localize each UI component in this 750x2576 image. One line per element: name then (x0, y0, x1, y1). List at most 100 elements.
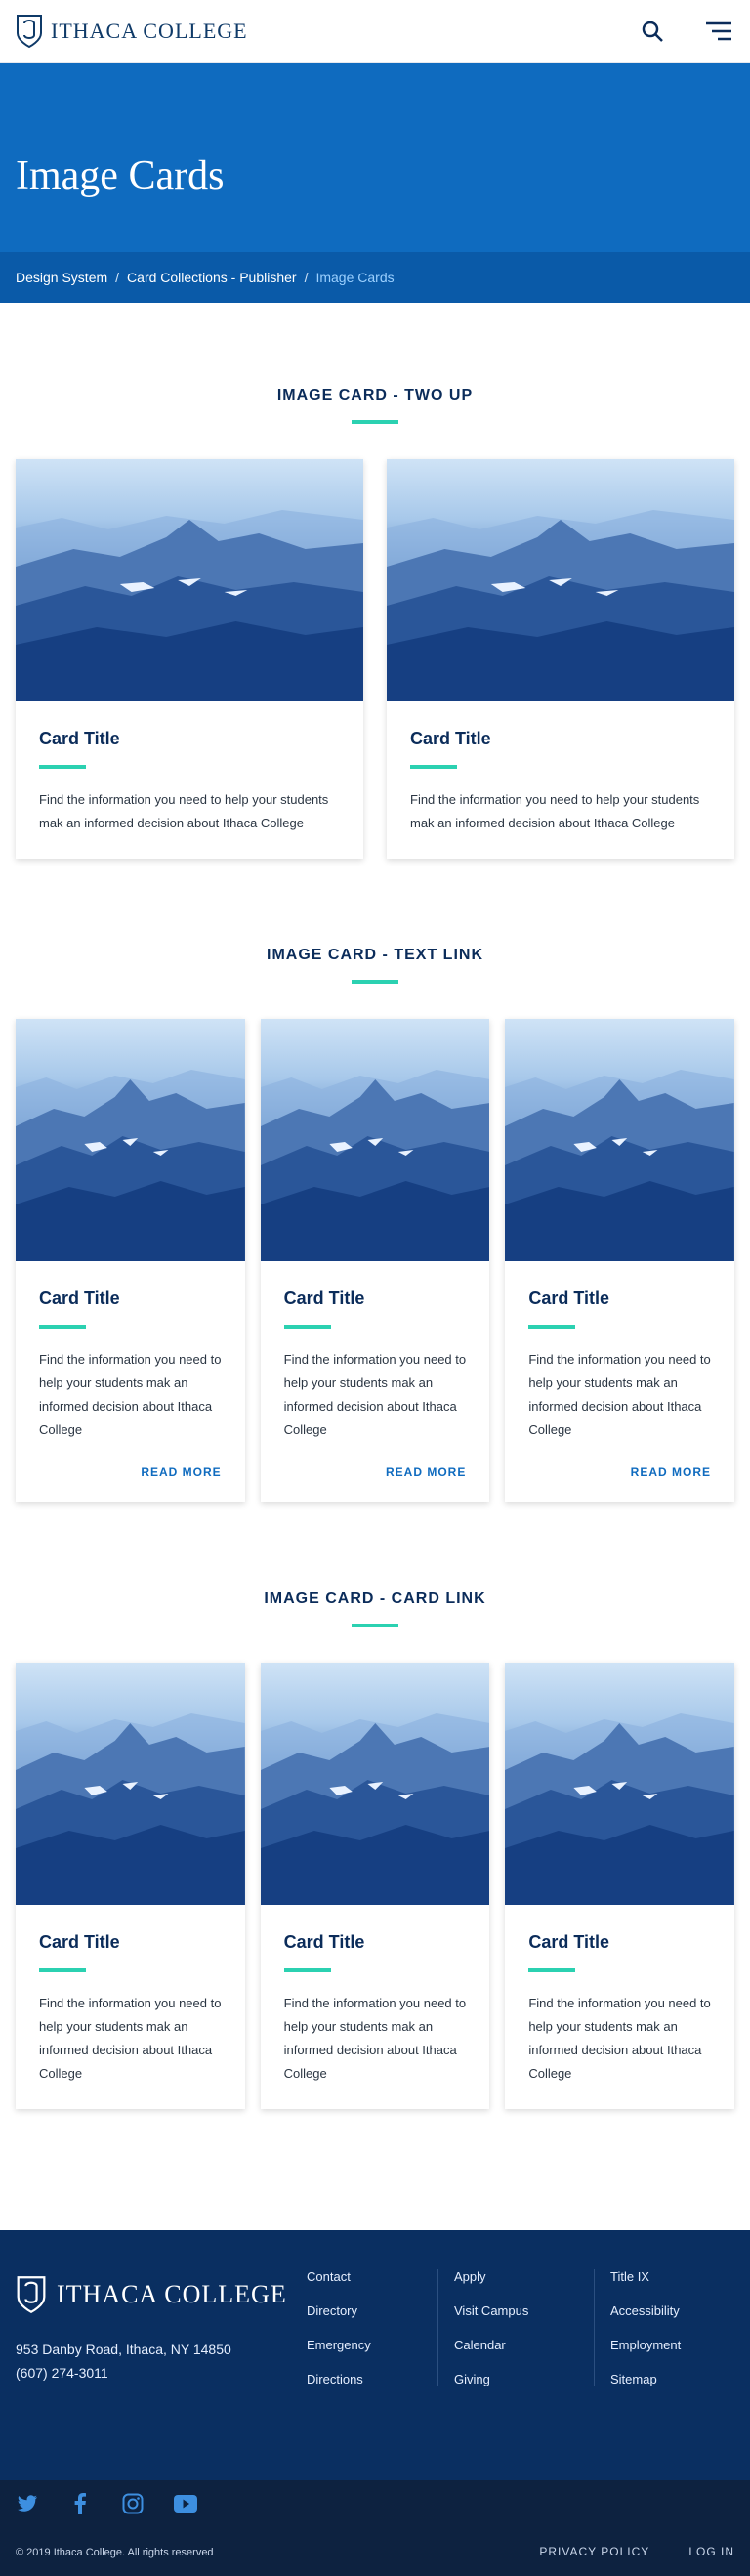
card-body: Card Title Find the information you need … (261, 1261, 490, 1502)
mountain-image (505, 1070, 734, 1261)
card-text: Find the information you need to help yo… (39, 792, 329, 830)
card-text: Find the information you need to help yo… (528, 1996, 711, 2081)
site-header: ITHACA COLLEGE (0, 0, 750, 63)
card-title: Card Title (528, 1932, 610, 1952)
card-divider (39, 1325, 86, 1329)
read-more-link[interactable]: READ MORE (528, 1465, 711, 1479)
footer-link-directory[interactable]: Directory (307, 2303, 438, 2318)
image-card: Card Title Find the information you need … (16, 1019, 245, 1502)
card-divider (39, 765, 86, 769)
section-two-up: IMAGE CARD - TWO UP Card Title Find the i… (0, 303, 750, 859)
footer-column: Apply Visit Campus Calendar Giving (438, 2269, 594, 2386)
footer-link-employment[interactable]: Employment (610, 2338, 711, 2352)
image-card: Card Title Find the information you need … (260, 1019, 490, 1502)
footer-address: 953 Danby Road, Ithaca, NY 14850 (607) 2… (16, 2338, 231, 2385)
section-title: IMAGE CARD - TEXT LINK (267, 947, 483, 963)
image-card: Card Title Find the information you need … (16, 459, 363, 859)
card-text: Find the information you need to help yo… (39, 1996, 222, 2081)
card-body: Card Title Find the information you need … (261, 1905, 490, 2109)
image-card[interactable]: Card Title Find the information you need … (260, 1663, 490, 2109)
card-image (387, 459, 734, 701)
image-card[interactable]: Card Title Find the information you need … (16, 1663, 245, 2109)
brand[interactable]: ITHACA COLLEGE (16, 14, 248, 49)
section-text-link: IMAGE CARD - TEXT LINK Card Title Find th… (0, 859, 750, 1502)
footer-links: Contact Directory Emergency Directions Appl… (291, 2269, 711, 2386)
footer-link-emergency[interactable]: Emergency (307, 2338, 438, 2352)
footer-brand-name: ITHACA COLLEGE (57, 2280, 287, 2308)
college-shield-icon (17, 14, 42, 48)
card-title: Card Title (283, 1932, 365, 1952)
card-text: Find the information you need to help yo… (410, 792, 700, 830)
mountain-image (387, 510, 734, 701)
breadcrumb-separator: / (304, 270, 309, 285)
breadcrumb-item-current: Image Cards (315, 270, 395, 285)
footer-brand[interactable]: ITHACA COLLEGE (16, 2275, 287, 2314)
card-image (505, 1663, 734, 1905)
card-text: Find the information you need to help yo… (528, 1352, 711, 1437)
footer-link-directions[interactable]: Directions (307, 2372, 438, 2386)
mountain-image (16, 510, 363, 701)
image-card: Card Title Find the information you need … (387, 459, 734, 859)
sub-footer: © 2019 Ithaca College. All rights reserv… (0, 2480, 750, 2576)
breadcrumb-item-design-system[interactable]: Design System (16, 270, 107, 285)
privacy-policy-link[interactable]: PRIVACY POLICY (539, 2545, 649, 2558)
card-image (260, 1663, 490, 1905)
card-body: Card Title Find the information you need … (16, 1905, 245, 2109)
facebook-icon[interactable] (68, 2492, 92, 2515)
read-more-link[interactable]: READ MORE (284, 1465, 467, 1479)
hero: Image Cards (0, 63, 750, 252)
footer-link-title-ix[interactable]: Title IX (610, 2269, 711, 2284)
footer-link-sitemap[interactable]: Sitemap (610, 2372, 711, 2386)
card-body: Card Title Find the information you need … (387, 701, 734, 859)
breadcrumb-separator: / (115, 270, 120, 285)
card-text: Find the information you need to help yo… (39, 1352, 222, 1437)
section-divider (352, 980, 398, 984)
card-body: Card Title Find the information you need … (16, 1261, 245, 1502)
twitter-icon[interactable] (16, 2492, 39, 2515)
login-link[interactable]: LOG IN (688, 2545, 734, 2558)
section-card-link: IMAGE CARD - CARD LINK Card Title Find th… (0, 1502, 750, 2109)
card-body: Card Title Find the information you need … (505, 1261, 734, 1502)
card-image (16, 1019, 245, 1261)
card-divider (283, 1968, 331, 1972)
footer-link-calendar[interactable]: Calendar (454, 2338, 594, 2352)
card-text: Find the information you need to help yo… (283, 1352, 467, 1437)
phone-number[interactable]: (607) 274-3011 (16, 2361, 231, 2385)
section-title: IMAGE CARD - CARD LINK (264, 1590, 486, 1607)
instagram-icon[interactable] (121, 2492, 145, 2515)
address-line: 953 Danby Road, Ithaca, NY 14850 (16, 2342, 231, 2357)
mountain-image (260, 1713, 490, 1905)
card-title: Card Title (39, 1288, 120, 1308)
breadcrumb-item-card-collections[interactable]: Card Collections - Publisher (127, 270, 297, 285)
social-links (16, 2492, 197, 2515)
card-title: Card Title (39, 1932, 120, 1952)
legal-links: PRIVACY POLICY LOG IN (539, 2545, 734, 2558)
footer-link-giving[interactable]: Giving (454, 2372, 594, 2386)
section-divider (352, 1624, 398, 1627)
card-divider (410, 765, 457, 769)
card-body: Card Title Find the information you need … (505, 1905, 734, 2109)
card-text: Find the information you need to help yo… (283, 1996, 467, 2081)
mountain-image (16, 1070, 245, 1261)
card-title: Card Title (39, 729, 120, 748)
footer-link-contact[interactable]: Contact (307, 2269, 438, 2284)
mountain-image (505, 1713, 734, 1905)
youtube-icon[interactable] (174, 2492, 197, 2515)
image-card[interactable]: Card Title Find the information you need … (505, 1663, 734, 2109)
footer: ITHACA COLLEGE 953 Danby Road, Ithaca, N… (0, 2230, 750, 2480)
menu-icon[interactable] (703, 16, 734, 47)
card-divider (39, 1968, 86, 1972)
section-title: IMAGE CARD - TWO UP (276, 387, 474, 403)
card-title: Card Title (283, 1288, 365, 1308)
footer-link-accessibility[interactable]: Accessibility (610, 2303, 711, 2318)
search-icon[interactable] (637, 16, 668, 47)
card-title: Card Title (410, 729, 491, 748)
copyright-text: © 2019 Ithaca College. All rights reserv… (16, 2547, 214, 2558)
card-divider (528, 1968, 576, 1972)
footer-link-visit-campus[interactable]: Visit Campus (454, 2303, 594, 2318)
college-shield-icon (17, 2276, 46, 2314)
footer-column: Title IX Accessibility Employment Sitemap (594, 2269, 711, 2386)
card-image (505, 1019, 734, 1261)
footer-link-apply[interactable]: Apply (454, 2269, 594, 2284)
read-more-link[interactable]: READ MORE (39, 1465, 222, 1479)
